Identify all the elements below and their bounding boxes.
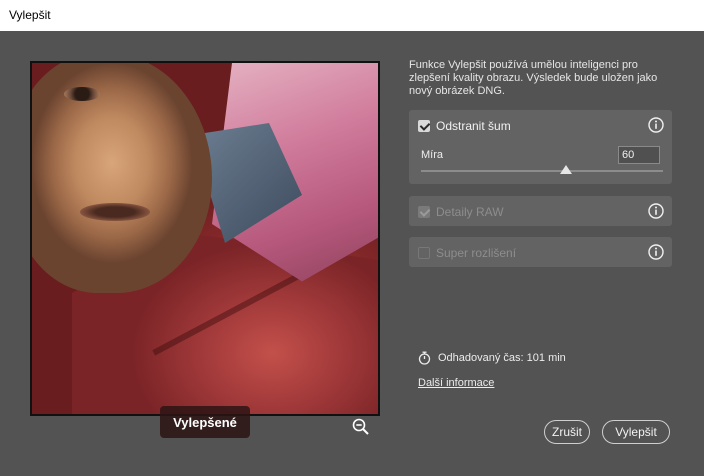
super-resolution-panel: Super rozlišení [409,237,672,267]
raw-details-label: Detaily RAW [436,205,504,219]
denoise-label: Odstranit šum [436,119,511,133]
preview-mouth [80,203,150,221]
denoise-checkbox[interactable] [418,120,430,132]
preview-face-region [32,63,212,293]
raw-details-option[interactable]: Detaily RAW [418,205,504,219]
super-resolution-label: Super rozlišení [436,246,517,260]
zoom-out-icon[interactable] [351,417,371,437]
enhance-button[interactable]: Vylepšit [602,420,670,444]
super-resolution-checkbox[interactable] [418,247,430,259]
info-icon[interactable] [648,203,664,219]
denoise-panel: Odstranit šum Míra [409,110,672,184]
super-resolution-option[interactable]: Super rozlišení [418,246,516,260]
more-info-link[interactable]: Další informace [418,377,494,389]
raw-details-checkbox[interactable] [418,206,430,218]
denoise-option[interactable]: Odstranit šum [418,119,511,133]
info-icon[interactable] [648,117,664,133]
estimated-time-text: Odhadovaný čas: 101 min [438,352,566,364]
info-icon[interactable] [648,244,664,260]
stopwatch-icon [418,351,431,365]
feature-description: Funkce Vylepšit používá umělou inteligen… [409,59,658,97]
estimated-time: Odhadovaný čas: 101 min [418,351,566,365]
image-preview[interactable] [30,61,380,416]
amount-input[interactable] [618,146,660,164]
preview-eye [64,87,100,101]
raw-details-panel: Detaily RAW [409,196,672,226]
title-bar: Vylepšit [0,0,704,31]
amount-slider-track[interactable] [421,170,663,172]
dialog-body: Vylepšené Funkce Vylepšit používá umělou… [0,31,704,476]
amount-label: Míra [421,149,443,161]
cancel-button[interactable]: Zrušit [544,420,590,444]
window-title: Vylepšit [9,8,51,22]
preview-state-badge[interactable]: Vylepšené [160,406,250,438]
amount-slider-thumb[interactable] [560,165,573,174]
